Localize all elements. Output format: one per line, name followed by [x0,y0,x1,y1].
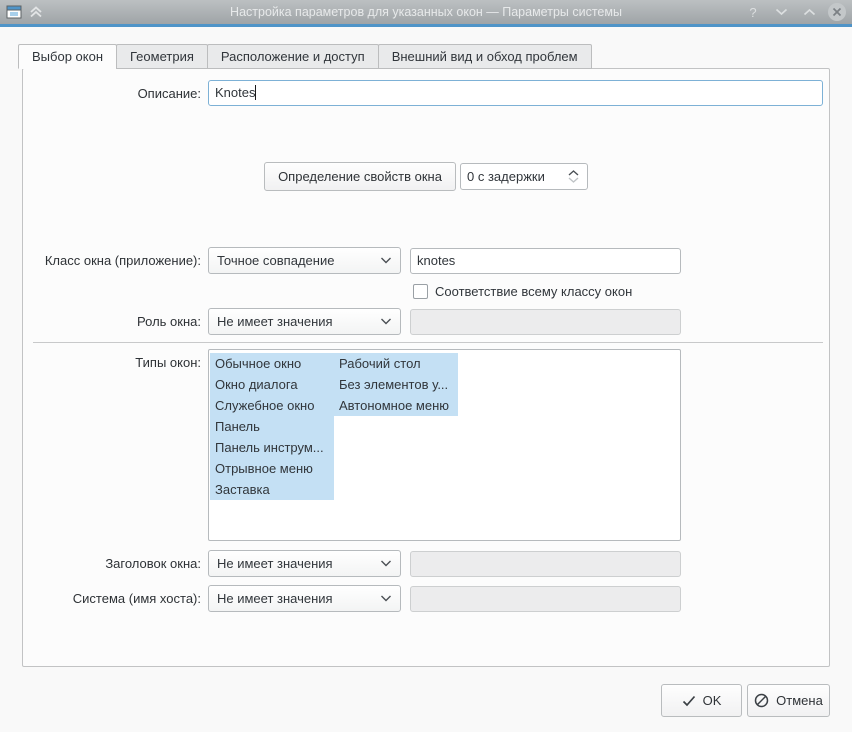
window-title-label: Заголовок окна: [105,556,201,571]
tab-appearance-workarounds[interactable]: Внешний вид и обход проблем [377,44,592,69]
tab-geometry[interactable]: Геометрия [116,44,208,69]
machine-label: Система (имя хоста): [72,591,201,606]
list-item[interactable]: Автономное меню [334,395,458,416]
whole-class-checkbox-label[interactable]: Соответствие всему классу окон [435,284,632,299]
window-class-label: Класс окна (приложение): [44,253,201,268]
window-title-match-dropdown[interactable]: Не имеет значения [208,550,401,577]
minimize-button[interactable] [772,3,790,21]
cancel-button[interactable]: Отмена [747,684,830,717]
list-item[interactable]: Обычное окно [210,353,334,374]
cancel-circle-icon [754,693,769,708]
list-item[interactable]: Без элементов у... [334,374,458,395]
spinbox-arrows [568,170,581,183]
list-item[interactable]: Заставка [210,479,334,500]
window-class-match-dropdown[interactable]: Точное совпадение [208,247,401,274]
delay-value: 0 с задержки [467,169,545,184]
spin-up-icon[interactable] [568,170,579,176]
whole-class-checkbox[interactable] [413,284,428,299]
window-title-input [410,551,681,577]
description-label: Описание: [137,86,201,101]
machine-input [410,586,681,612]
window-role-match-dropdown[interactable]: Не имеет значения [208,308,401,335]
window-class-input[interactable]: knotes [410,248,681,274]
window-title: Настройка параметров для указанных окон … [230,5,622,19]
window-types-col2: Рабочий стол Без элементов у... Автономное… [334,353,458,416]
delay-spinbox[interactable]: 0 с задержки [460,163,588,190]
chevron-down-icon [380,595,392,602]
maximize-button[interactable] [800,3,818,21]
tab-content-panel: Описание: Knotes Определение свойств окн… [22,68,830,667]
chevron-down-icon [380,318,392,325]
titlebar-buttons: ? [744,0,846,24]
keep-above-icon[interactable] [28,5,44,19]
list-item[interactable]: Служебное окно [210,395,334,416]
machine-match-dropdown[interactable]: Не имеет значения [208,585,401,612]
list-item[interactable]: Рабочий стол [334,353,458,374]
window-types-label: Типы окон: [135,355,201,370]
ok-button[interactable]: OK [661,684,742,717]
tab-placement-access[interactable]: Расположение и доступ [206,44,379,69]
help-button[interactable]: ? [744,3,762,21]
tab-window-matching[interactable]: Выбор окон [18,44,118,69]
spin-down-icon[interactable] [568,177,579,183]
list-item[interactable]: Отрывное меню [210,458,334,479]
detect-window-properties-button[interactable]: Определение свойств окна [264,162,456,191]
text-caret [255,85,257,100]
window-types-col1: Обычное окно Окно диалога Служебное окно Па… [210,353,334,500]
list-item[interactable]: Панель [210,416,334,437]
tab-bar: Выбор окон Геометрия Расположение и дост… [18,44,592,69]
list-item[interactable]: Окно диалога [210,374,334,395]
close-button[interactable] [828,3,846,21]
titlebar-accent-line [0,24,852,27]
separator-line [33,342,823,343]
window-types-list[interactable]: Обычное окно Окно диалога Служебное окно Па… [208,349,681,541]
description-input[interactable]: Knotes [208,80,823,106]
chevron-down-icon [380,257,392,264]
list-item[interactable]: Панель инструм... [210,437,334,458]
titlebar: Настройка параметров для указанных окон … [0,0,852,24]
checkmark-icon [682,695,696,707]
window-role-input [410,309,681,335]
titlebar-left-icons [0,4,44,20]
app-window-icon[interactable] [6,4,22,20]
chevron-down-icon [380,560,392,567]
window-role-label: Роль окна: [137,314,201,329]
